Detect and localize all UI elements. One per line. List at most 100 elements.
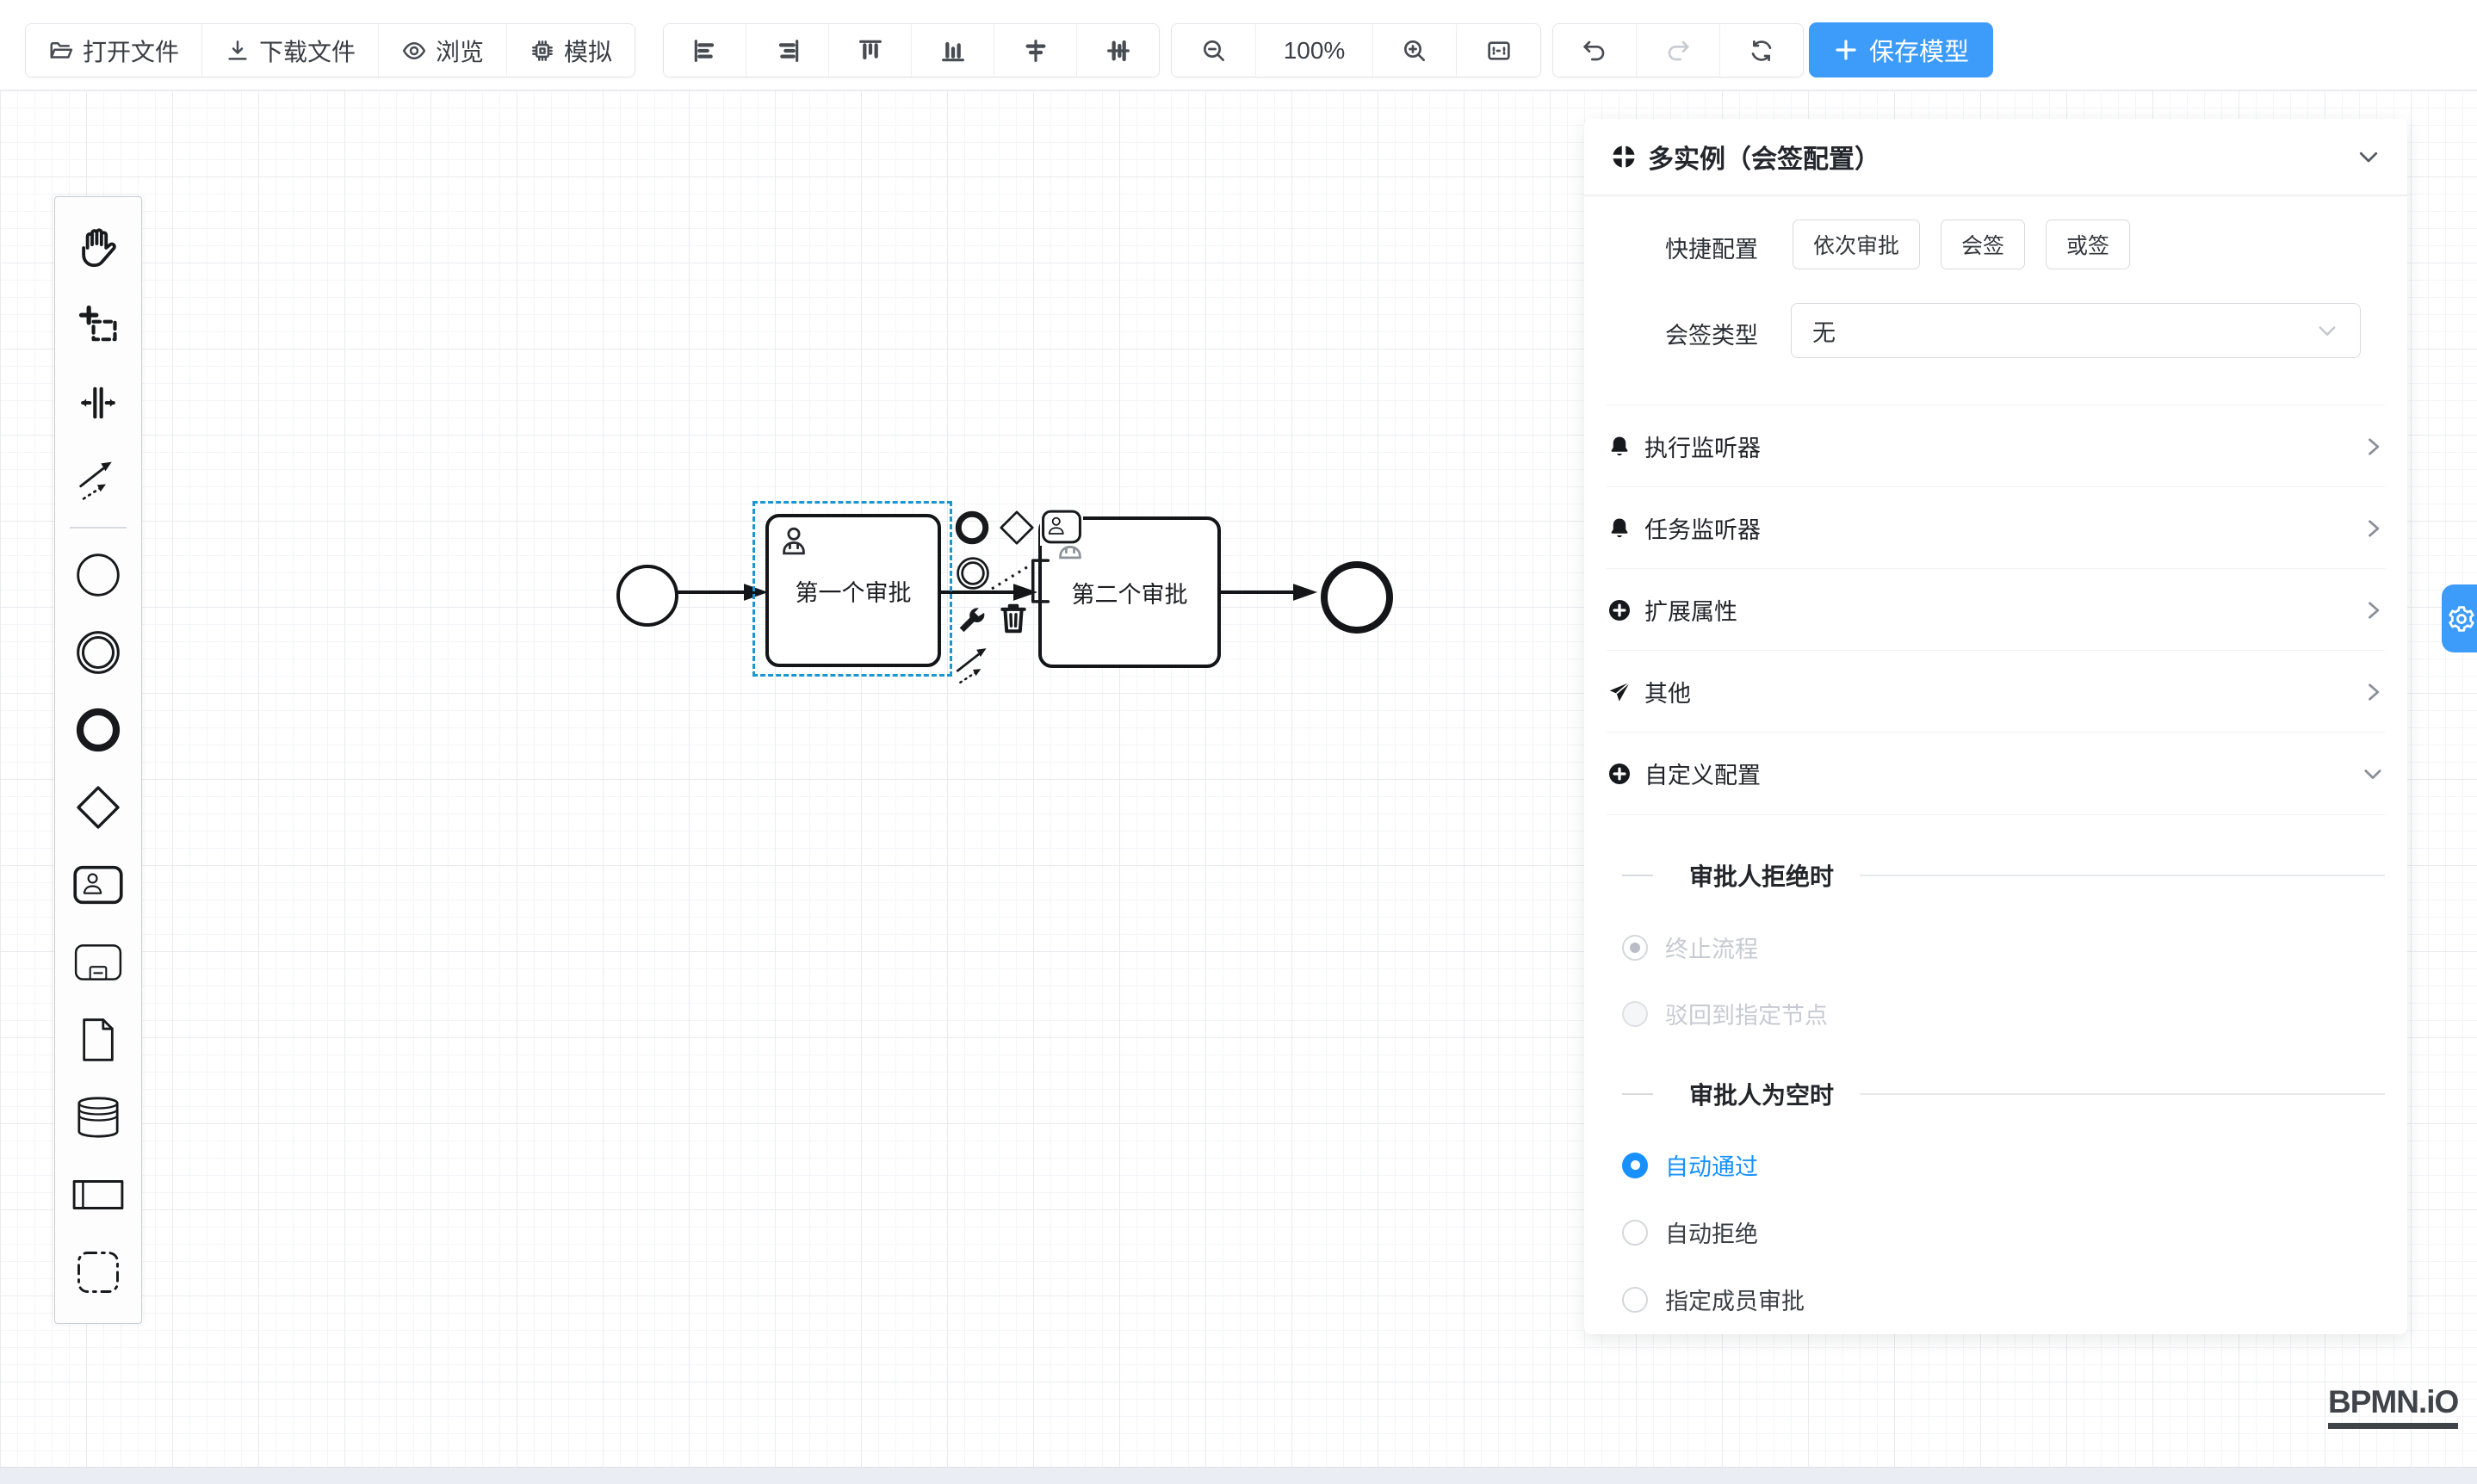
- radio-circle: [1622, 935, 1648, 961]
- palette: [54, 196, 142, 1324]
- create-subprocess[interactable]: [55, 924, 141, 1001]
- end-event-shape[interactable]: [1321, 561, 1393, 634]
- radio-circle: [1622, 1001, 1648, 1027]
- create-start-event[interactable]: [55, 536, 141, 614]
- quick-option-orsign[interactable]: 或签: [2046, 220, 2130, 269]
- zoom-out-icon: [1200, 37, 1228, 65]
- chip-icon: [529, 38, 555, 64]
- align-right-button[interactable]: [746, 24, 829, 77]
- align-middle-vertical-button[interactable]: [1077, 24, 1159, 77]
- align-center-horizontal-icon: [1022, 37, 1050, 65]
- download-file-label: 下载文件: [259, 34, 356, 68]
- row-label: 扩展属性: [1644, 593, 1737, 627]
- align-top-icon: [857, 37, 884, 65]
- folder-open-icon: [48, 38, 74, 64]
- section-title: 审批人为空时: [1689, 1077, 1834, 1111]
- connect-arrows-icon: [954, 644, 994, 687]
- quick-option-sequential[interactable]: 依次审批: [1793, 220, 1920, 269]
- row-label: 执行监听器: [1644, 430, 1761, 463]
- create-gateway[interactable]: [55, 769, 141, 846]
- row-task-listener[interactable]: 任务监听器: [1607, 486, 2385, 569]
- align-top-button[interactable]: [829, 24, 912, 77]
- row-custom-config[interactable]: 自定义配置: [1607, 732, 2385, 815]
- chevron-down-icon[interactable]: [2356, 144, 2381, 170]
- end-event-icon: [74, 706, 122, 754]
- change-type-button[interactable]: [954, 603, 988, 641]
- refresh-icon: [1748, 37, 1775, 65]
- task-first-approval[interactable]: 第一个审批: [765, 514, 941, 667]
- space-tool[interactable]: [55, 364, 141, 442]
- undo-button[interactable]: [1553, 24, 1637, 77]
- row-execution-listener[interactable]: 执行监听器: [1607, 405, 2385, 487]
- create-data-object[interactable]: [55, 1001, 141, 1079]
- user-icon: [776, 522, 812, 559]
- zoom-out-button[interactable]: [1172, 24, 1256, 77]
- task-label: 第一个审批: [796, 574, 912, 608]
- append-intermediate-event-button[interactable]: [954, 554, 992, 597]
- user-task-icon: [1040, 508, 1083, 546]
- global-connect-icon: [75, 457, 121, 504]
- reset-button[interactable]: [1720, 24, 1803, 77]
- chevron-right-icon: [2361, 516, 2385, 541]
- preview-button[interactable]: 浏览: [379, 24, 507, 77]
- lasso-tool[interactable]: [55, 287, 141, 364]
- sign-type-select[interactable]: 无: [1791, 303, 2361, 358]
- create-user-task[interactable]: [55, 846, 141, 924]
- zoom-level: 100%: [1256, 24, 1373, 77]
- download-file-button[interactable]: 下载文件: [202, 24, 379, 77]
- append-user-task-button[interactable]: [1040, 508, 1083, 550]
- section-approver-empty: 审批人为空时: [1584, 1079, 2385, 1109]
- align-left-button[interactable]: [664, 24, 746, 77]
- align-bottom-button[interactable]: [912, 24, 994, 77]
- quick-option-countersign[interactable]: 会签: [1941, 220, 2025, 269]
- radio-label: 自动拒绝: [1665, 1215, 1758, 1249]
- row-label: 其他: [1644, 675, 1691, 708]
- radio-circle[interactable]: [1622, 1287, 1648, 1313]
- fit-viewport-button[interactable]: [1457, 24, 1540, 77]
- row-extended-properties[interactable]: 扩展属性: [1607, 568, 2385, 651]
- open-file-button[interactable]: 打开文件: [26, 24, 202, 77]
- align-right-icon: [774, 37, 802, 65]
- global-connect-tool[interactable]: [55, 442, 141, 519]
- hand-tool[interactable]: [55, 209, 141, 287]
- settings-tab[interactable]: [2442, 584, 2477, 652]
- save-model-button[interactable]: 保存模型: [1809, 22, 1993, 77]
- row-other[interactable]: 其他: [1607, 650, 2385, 733]
- create-intermediate-event[interactable]: [55, 614, 141, 691]
- radio-terminate-process: 终止流程: [1622, 931, 1758, 964]
- radio-return-to-node: 驳回到指定节点: [1622, 997, 1828, 1030]
- radio-circle[interactable]: [1622, 1153, 1648, 1178]
- palette-separator: [70, 527, 127, 529]
- chevron-down-icon: [2315, 318, 2339, 343]
- radio-auto-pass[interactable]: 自动通过: [1622, 1148, 1758, 1182]
- row-label: 任务监听器: [1644, 511, 1761, 545]
- panel-header-multi-instance[interactable]: 多实例（会签配置）: [1610, 119, 2381, 195]
- save-model-label: 保存模型: [1869, 32, 1969, 68]
- create-participant[interactable]: [55, 1156, 141, 1234]
- chevron-down-icon: [2361, 762, 2385, 786]
- wrench-icon: [954, 603, 988, 637]
- bpmn-io-watermark[interactable]: BPMN.iO: [2328, 1384, 2458, 1429]
- create-data-store[interactable]: [55, 1079, 141, 1156]
- simulate-button[interactable]: 模拟: [507, 24, 635, 77]
- create-end-event[interactable]: [55, 691, 141, 769]
- redo-button[interactable]: [1637, 24, 1720, 77]
- radio-circle[interactable]: [1622, 1220, 1648, 1246]
- append-end-event-button[interactable]: [954, 510, 990, 550]
- align-center-horizontal-button[interactable]: [994, 24, 1077, 77]
- zoom-in-button[interactable]: [1373, 24, 1457, 77]
- create-group[interactable]: [55, 1234, 141, 1311]
- append-gateway-button[interactable]: [997, 508, 1037, 552]
- watermark-underline: [2328, 1423, 2458, 1429]
- sign-type-value: 无: [1812, 314, 1836, 348]
- delete-button[interactable]: [995, 599, 1031, 641]
- chevron-right-icon: [2361, 680, 2385, 704]
- fit-viewport-icon: [1485, 37, 1513, 65]
- radio-assign-member[interactable]: 指定成员审批: [1622, 1283, 1805, 1316]
- start-event-shape[interactable]: [616, 565, 678, 627]
- properties-panel: 多实例（会签配置） 快捷配置 依次审批 会签 或签 会签类型 无 执行监听器 任…: [1584, 119, 2407, 1334]
- radio-auto-reject[interactable]: 自动拒绝: [1622, 1215, 1758, 1249]
- multi-instance-icon: [1610, 143, 1638, 170]
- connect-button[interactable]: [954, 644, 994, 691]
- redo-icon: [1664, 37, 1692, 65]
